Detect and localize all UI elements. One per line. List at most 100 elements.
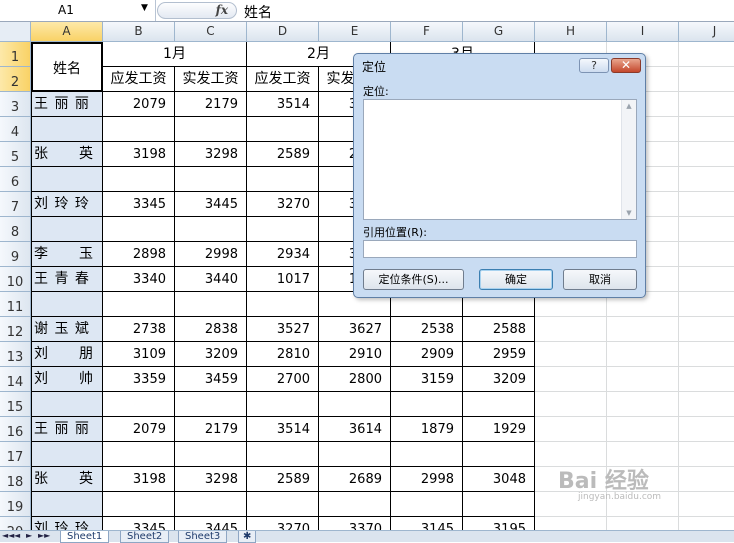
- row-header-20[interactable]: 20: [0, 517, 31, 530]
- name-cell[interactable]: 刘 玲 玲: [31, 517, 103, 530]
- row-header-2[interactable]: 2: [0, 67, 31, 92]
- data-cell[interactable]: 3514: [247, 417, 319, 442]
- data-cell[interactable]: [175, 442, 247, 467]
- data-cell[interactable]: 3445: [175, 192, 247, 217]
- data-cell[interactable]: 3370: [319, 517, 391, 530]
- data-cell[interactable]: 2838: [175, 317, 247, 342]
- name-cell[interactable]: [31, 117, 103, 142]
- data-cell[interactable]: 3209: [175, 342, 247, 367]
- data-cell[interactable]: [391, 492, 463, 517]
- data-cell[interactable]: 3345: [103, 517, 175, 530]
- goto-list[interactable]: ▲ ▼: [363, 99, 637, 220]
- row-header-17[interactable]: 17: [0, 442, 31, 467]
- sheet-tab-3[interactable]: Sheet3: [178, 531, 228, 543]
- data-cell[interactable]: 3340: [103, 267, 175, 292]
- data-cell[interactable]: [103, 392, 175, 417]
- data-cell[interactable]: [319, 442, 391, 467]
- data-cell[interactable]: 3445: [175, 517, 247, 530]
- salary-subheader[interactable]: 应发工资: [103, 67, 175, 92]
- row-header-8[interactable]: 8: [0, 217, 31, 242]
- data-cell[interactable]: [175, 217, 247, 242]
- insert-function-button[interactable]: fx: [157, 2, 237, 19]
- data-cell[interactable]: [175, 492, 247, 517]
- data-cell[interactable]: [103, 492, 175, 517]
- data-cell[interactable]: 2079: [103, 92, 175, 117]
- formula-input[interactable]: 姓名: [244, 2, 272, 22]
- sheet-tab-2[interactable]: Sheet2: [120, 531, 170, 543]
- row-header-14[interactable]: 14: [0, 367, 31, 392]
- column-header-g[interactable]: G: [463, 22, 535, 42]
- data-cell[interactable]: [103, 217, 175, 242]
- column-header-b[interactable]: B: [103, 22, 175, 42]
- sheet-tab-1[interactable]: Sheet1: [60, 531, 110, 543]
- data-cell[interactable]: 3298: [175, 467, 247, 492]
- data-cell[interactable]: 3627: [319, 317, 391, 342]
- row-header-19[interactable]: 19: [0, 492, 31, 517]
- salary-subheader[interactable]: 实发工资: [175, 67, 247, 92]
- data-cell[interactable]: 2589: [247, 142, 319, 167]
- data-cell[interactable]: [463, 492, 535, 517]
- data-cell[interactable]: 3514: [247, 92, 319, 117]
- help-button[interactable]: ?: [579, 58, 609, 73]
- row-header-12[interactable]: 12: [0, 317, 31, 342]
- name-cell[interactable]: [31, 167, 103, 192]
- row-header-6[interactable]: 6: [0, 167, 31, 192]
- data-cell[interactable]: [103, 167, 175, 192]
- name-cell[interactable]: 张 英: [31, 142, 103, 167]
- name-cell[interactable]: 刘 玲 玲: [31, 192, 103, 217]
- data-cell[interactable]: [175, 292, 247, 317]
- data-cell[interactable]: 2910: [319, 342, 391, 367]
- data-cell[interactable]: 2700: [247, 367, 319, 392]
- last-sheet-icon[interactable]: ►►: [38, 531, 50, 541]
- row-header-10[interactable]: 10: [0, 267, 31, 292]
- column-header-e[interactable]: E: [319, 22, 391, 42]
- data-cell[interactable]: [319, 492, 391, 517]
- data-cell[interactable]: 2800: [319, 367, 391, 392]
- data-cell[interactable]: 3614: [319, 417, 391, 442]
- insert-sheet-icon[interactable]: ✱: [238, 531, 257, 543]
- data-cell[interactable]: 3209: [463, 367, 535, 392]
- data-cell[interactable]: [247, 292, 319, 317]
- name-cell[interactable]: 王 青 春: [31, 267, 103, 292]
- data-cell[interactable]: 2959: [463, 342, 535, 367]
- name-cell[interactable]: 李 玉: [31, 242, 103, 267]
- data-cell[interactable]: [103, 292, 175, 317]
- data-cell[interactable]: 2179: [175, 417, 247, 442]
- column-header-d[interactable]: D: [247, 22, 319, 42]
- name-box[interactable]: A1 ▼: [0, 0, 156, 21]
- data-cell[interactable]: [103, 117, 175, 142]
- data-cell[interactable]: 3527: [247, 317, 319, 342]
- data-cell[interactable]: [247, 492, 319, 517]
- data-cell[interactable]: [175, 392, 247, 417]
- name-cell[interactable]: [31, 217, 103, 242]
- name-cell[interactable]: [31, 392, 103, 417]
- data-cell[interactable]: 3270: [247, 517, 319, 530]
- data-cell[interactable]: 3195: [463, 517, 535, 530]
- data-cell[interactable]: 1879: [391, 417, 463, 442]
- data-cell[interactable]: 2179: [175, 92, 247, 117]
- data-cell[interactable]: [175, 167, 247, 192]
- data-cell[interactable]: 3270: [247, 192, 319, 217]
- column-header-i[interactable]: I: [607, 22, 679, 42]
- name-header-cell[interactable]: 姓名: [31, 42, 103, 92]
- data-cell[interactable]: 2588: [463, 317, 535, 342]
- data-cell[interactable]: 1017: [247, 267, 319, 292]
- select-all-corner[interactable]: [0, 22, 31, 42]
- row-header-11[interactable]: 11: [0, 292, 31, 317]
- row-header-9[interactable]: 9: [0, 242, 31, 267]
- column-header-h[interactable]: H: [535, 22, 607, 42]
- row-header-4[interactable]: 4: [0, 117, 31, 142]
- data-cell[interactable]: [175, 117, 247, 142]
- data-cell[interactable]: [391, 392, 463, 417]
- data-cell[interactable]: [247, 217, 319, 242]
- data-cell[interactable]: 3298: [175, 142, 247, 167]
- data-cell[interactable]: [103, 442, 175, 467]
- data-cell[interactable]: [247, 167, 319, 192]
- row-header-7[interactable]: 7: [0, 192, 31, 217]
- data-cell[interactable]: 2589: [247, 467, 319, 492]
- close-button[interactable]: ✕: [611, 58, 641, 73]
- data-cell[interactable]: 3459: [175, 367, 247, 392]
- row-header-13[interactable]: 13: [0, 342, 31, 367]
- cancel-button[interactable]: 取消: [563, 269, 637, 290]
- scroll-up-icon[interactable]: ▲: [622, 102, 636, 110]
